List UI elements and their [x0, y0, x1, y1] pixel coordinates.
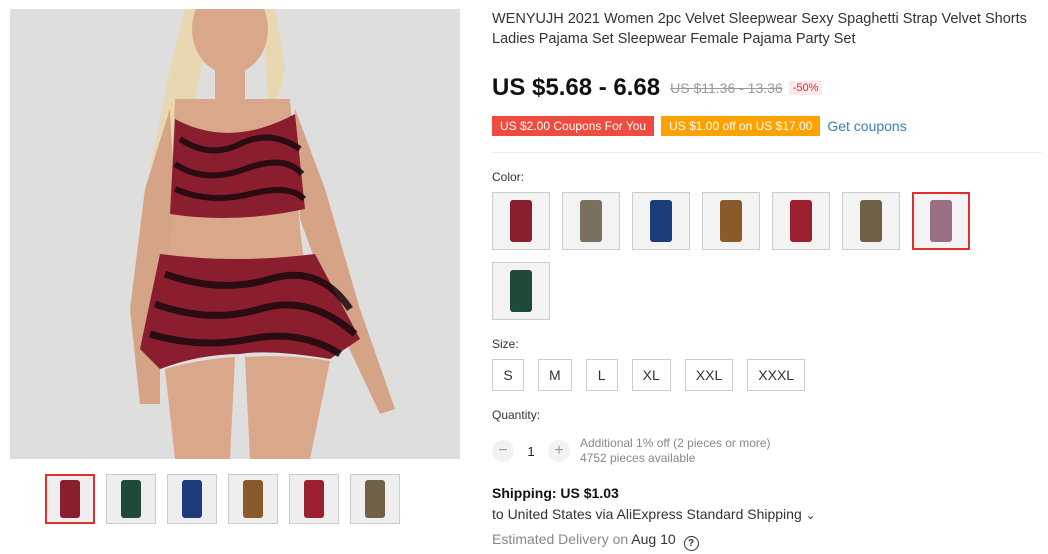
size-option-xxxl[interactable]: XXXL [747, 359, 806, 391]
quantity-increase-button[interactable]: + [548, 440, 570, 462]
color-swatch-4[interactable] [702, 192, 760, 250]
color-swatch-5[interactable] [772, 192, 830, 250]
help-icon[interactable]: ? [683, 536, 699, 551]
thumbnail-5[interactable] [289, 474, 339, 524]
product-title: WENYUJH 2021 Women 2pc Velvet Sleepwear … [492, 11, 1027, 47]
swatch-preview [580, 200, 602, 242]
swatch-preview [510, 270, 532, 312]
quantity-value[interactable]: 1 [514, 444, 548, 459]
size-option-xxl[interactable]: XXL [684, 359, 734, 391]
coupon-store[interactable]: US $2.00 Coupons For You [492, 116, 655, 136]
original-price: US $11.36 - 13.36 [670, 80, 783, 96]
product-photo-illustration [10, 9, 460, 459]
color-swatches [492, 192, 982, 320]
thumbnail-swatch [365, 480, 385, 518]
quantity-decrease-button[interactable]: − [492, 440, 514, 462]
discount-badge: -50% [788, 81, 823, 95]
swatch-preview [510, 200, 532, 242]
coupon-threshold[interactable]: US $1.00 off on US $17.00 [661, 116, 821, 136]
delivery-date: Aug 10 [631, 531, 676, 547]
size-option-s[interactable]: S [492, 359, 524, 391]
thumbnail-swatch [60, 480, 80, 518]
thumbnail-swatch [243, 480, 263, 518]
thumbnail-3[interactable] [167, 474, 217, 524]
shipping-method-text: to United States via AliExpress Standard… [492, 506, 802, 522]
shipping-cost: Shipping: US $1.03 [492, 485, 619, 501]
swatch-preview [790, 200, 812, 242]
divider [492, 152, 1042, 153]
size-options: S M L XL XXL XXXL [492, 359, 806, 391]
thumbnail-strip [45, 474, 400, 524]
thumbnail-1[interactable] [45, 474, 95, 524]
current-price: US $5.68 - 6.68 [492, 74, 661, 101]
color-swatch-6[interactable] [842, 192, 900, 250]
quantity-stepper: − 1 + Additional 1% off (2 pieces or mor… [492, 436, 771, 466]
shipping-destination[interactable]: to United States via AliExpress Standard… [492, 506, 816, 522]
quantity-label: Quantity: [492, 408, 541, 422]
bulk-discount-text: Additional 1% off (2 pieces or more) [580, 436, 771, 450]
swatch-preview [930, 200, 952, 242]
swatch-preview [650, 200, 672, 242]
delivery-label: Estimated Delivery on [492, 531, 629, 547]
color-swatch-1[interactable] [492, 192, 550, 250]
thumbnail-swatch [304, 480, 324, 518]
thumbnail-swatch [121, 480, 141, 518]
estimated-delivery: Estimated Delivery on Aug 10 ? [492, 531, 699, 551]
color-swatch-7[interactable] [912, 192, 970, 250]
swatch-preview [720, 200, 742, 242]
swatch-preview [860, 200, 882, 242]
main-product-image[interactable] [10, 9, 460, 459]
stock-available-text: 4752 pieces available [580, 451, 696, 465]
color-swatch-8[interactable] [492, 262, 550, 320]
color-swatch-3[interactable] [632, 192, 690, 250]
size-option-m[interactable]: M [538, 359, 572, 391]
size-option-l[interactable]: L [585, 359, 618, 391]
color-label: Color: [492, 170, 525, 184]
color-swatch-2[interactable] [562, 192, 620, 250]
thumbnail-2[interactable] [106, 474, 156, 524]
size-option-xl[interactable]: XL [631, 359, 671, 391]
coupons-row: US $2.00 Coupons For You US $1.00 off on… [492, 116, 907, 136]
chevron-down-icon: ⌄ [805, 508, 816, 522]
price-row: US $5.68 - 6.68 US $11.36 - 13.36 -50% [492, 74, 823, 102]
size-label: Size: [492, 337, 519, 351]
thumbnail-4[interactable] [228, 474, 278, 524]
thumbnail-6[interactable] [350, 474, 400, 524]
quantity-info: Additional 1% off (2 pieces or more) 475… [580, 436, 771, 466]
get-coupons-link[interactable]: Get coupons [827, 118, 906, 134]
thumbnail-swatch [182, 480, 202, 518]
